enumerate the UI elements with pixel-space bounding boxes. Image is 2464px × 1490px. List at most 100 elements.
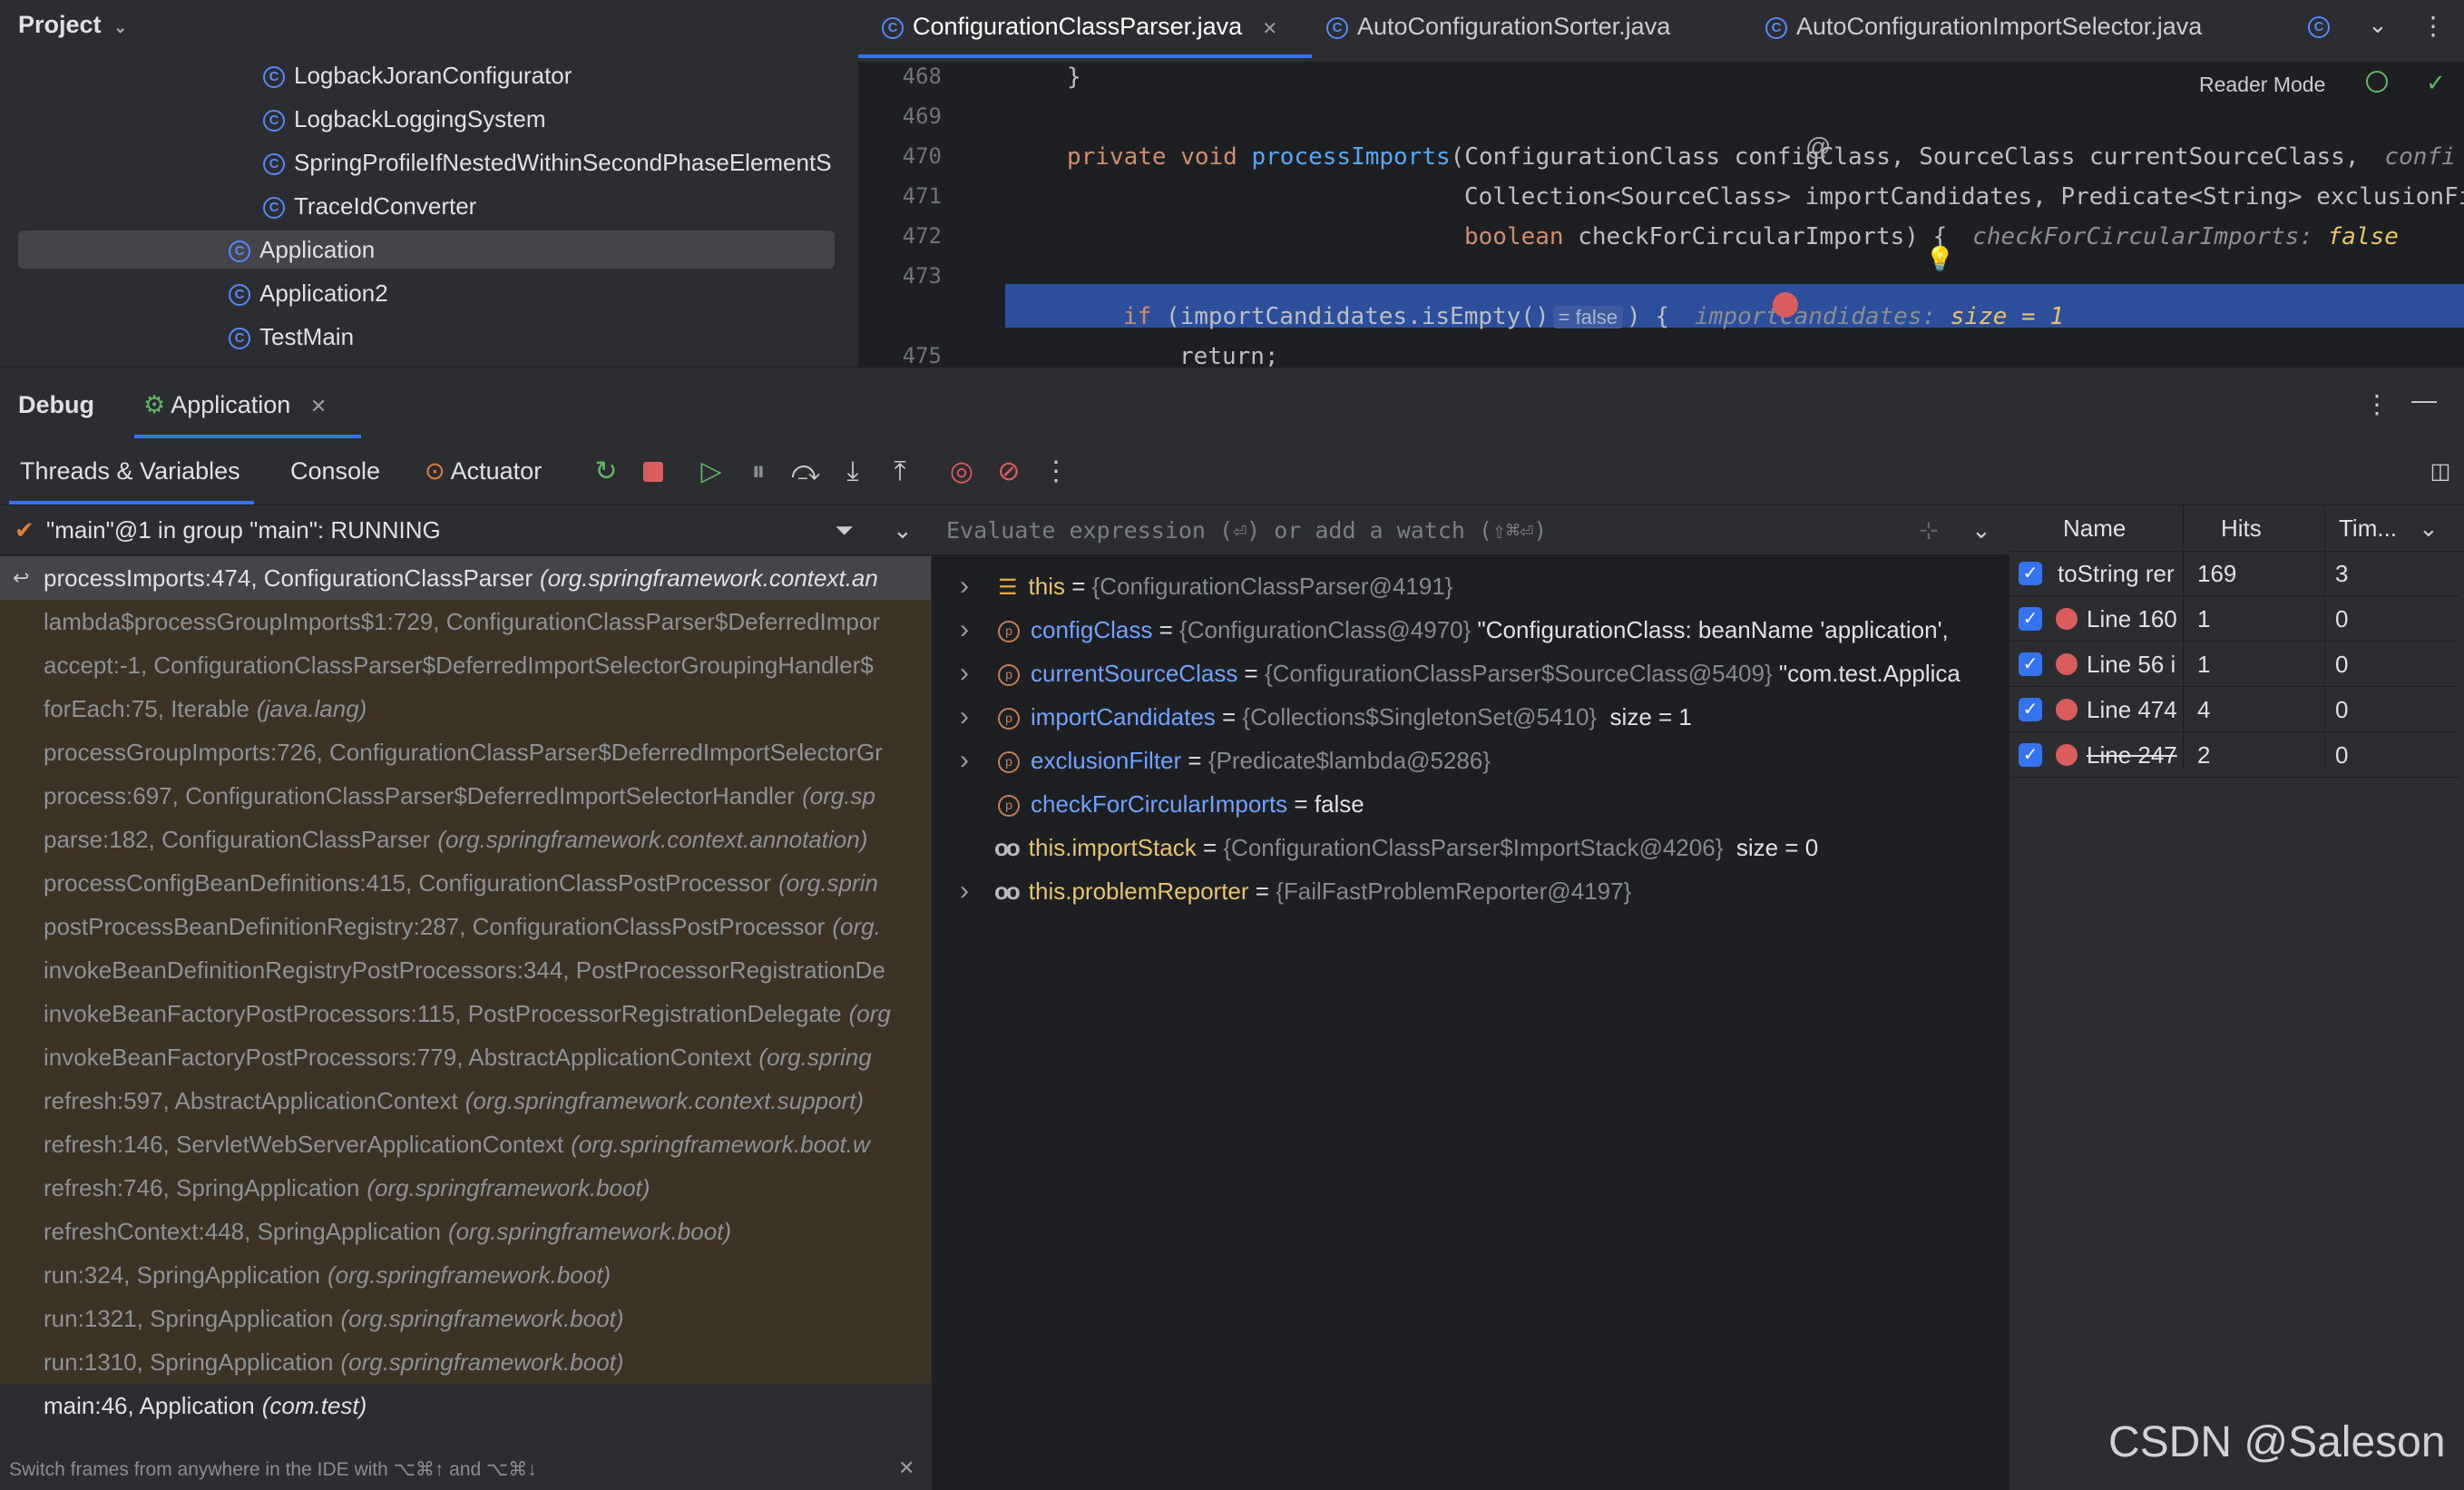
breakpoint-name: Line 160 bbox=[2087, 605, 2177, 632]
resume-icon[interactable]: ▷ bbox=[695, 456, 728, 488]
rerun-icon[interactable]: ↻ bbox=[590, 456, 622, 488]
frame-method: parse:182, ConfigurationClassParser bbox=[44, 826, 431, 853]
variable-row[interactable]: › oo this.problemReporter = {FailFastProbl… bbox=[934, 869, 2005, 913]
breakpoint-row[interactable]: ✓ Line 56 i 1 0 bbox=[2010, 642, 2459, 687]
stack-frame[interactable]: parse:182, ConfigurationClassParser (org.… bbox=[0, 818, 931, 861]
class-icon[interactable]: C bbox=[2308, 16, 2330, 38]
mute-breakpoints-icon[interactable]: ⊘ bbox=[992, 456, 1025, 488]
project-tree-item[interactable]: C TraceIdConverter bbox=[0, 187, 858, 225]
close-icon[interactable]: ✕ bbox=[1262, 19, 1277, 39]
stack-frame[interactable]: postProcessBeanDefinitionRegistry:287, C… bbox=[0, 905, 931, 948]
breakpoint-row[interactable]: ✓ Line 247 2 0 bbox=[2010, 732, 2459, 778]
editor-tab[interactable]: C AutoConfigurationSorter.java bbox=[1326, 0, 1670, 58]
stack-frame[interactable]: invokeBeanDefinitionRegistryPostProcesso… bbox=[0, 948, 931, 992]
step-out-icon[interactable]: ⤒ bbox=[884, 456, 916, 488]
stack-frame[interactable]: main:46, Application (com.test) bbox=[0, 1384, 931, 1427]
breakpoint-row[interactable]: ✓ Line 474 4 0 bbox=[2010, 687, 2459, 732]
code-line: } bbox=[1067, 64, 2464, 91]
line-number: 473 bbox=[902, 263, 942, 289]
checkbox[interactable]: ✓ bbox=[2019, 652, 2042, 676]
stack-frame[interactable]: invokeBeanFactoryPostProcessors:115, Pos… bbox=[0, 992, 931, 1035]
class-icon: C bbox=[263, 197, 285, 220]
checkbox[interactable]: ✓ bbox=[2019, 698, 2042, 721]
chevron-down-icon[interactable]: ⌄ bbox=[2368, 11, 2388, 39]
stack-frame[interactable]: refresh:746, SpringApplication (org.sprin… bbox=[0, 1166, 931, 1210]
more-options-icon[interactable]: ⋮ bbox=[2364, 389, 2390, 419]
stack-frame[interactable]: refresh:597, AbstractApplicationContext(… bbox=[0, 1079, 931, 1122]
stack-frame[interactable]: processGroupImports:726, ConfigurationCl… bbox=[0, 730, 931, 774]
close-icon[interactable]: ✕ bbox=[898, 1456, 914, 1480]
layout-icon[interactable]: ◫ bbox=[2424, 456, 2457, 488]
expand-icon[interactable]: › bbox=[960, 739, 980, 782]
stack-frame[interactable]: lambda$processGroupImports$1:729, Config… bbox=[0, 600, 931, 643]
editor-tab[interactable]: C ConfigurationClassParser.java ✕ bbox=[858, 0, 1312, 58]
stack-frame[interactable]: refresh:146, ServletWebServerApplication… bbox=[0, 1122, 931, 1166]
step-over-icon[interactable]: ⤼ bbox=[789, 456, 822, 488]
breakpoint-icon[interactable] bbox=[1773, 292, 1798, 318]
expand-icon[interactable]: › bbox=[960, 564, 980, 608]
checkbox[interactable]: ✓ bbox=[2019, 607, 2042, 631]
step-into-icon[interactable]: ⤓ bbox=[836, 456, 869, 488]
variable-row[interactable]: p checkForCircularImports = false bbox=[934, 782, 2005, 826]
project-tree-item[interactable]: C LogbackJoranConfigurator bbox=[0, 56, 858, 94]
column-hits[interactable]: Hits bbox=[2221, 505, 2262, 551]
expand-icon[interactable]: › bbox=[960, 869, 980, 913]
stack-frame[interactable]: process:697, ConfigurationClassParser$De… bbox=[0, 774, 931, 818]
variable-row[interactable]: › p configClass = {ConfigurationClass@4970… bbox=[934, 608, 2005, 652]
project-tree-item[interactable]: C TestMain bbox=[0, 318, 858, 356]
checkbox[interactable]: ✓ bbox=[2019, 743, 2042, 767]
stack-frame[interactable]: run:1310, SpringApplication (org.springfr… bbox=[0, 1340, 931, 1384]
evaluate-expression-input[interactable]: Evaluate expression (⏎) or add a watch (… bbox=[932, 505, 2009, 555]
add-watch-icon[interactable]: ⊹ bbox=[1919, 505, 1939, 554]
checkbox[interactable]: ✓ bbox=[2019, 562, 2042, 585]
expand-icon[interactable]: › bbox=[960, 695, 980, 739]
variable-row[interactable]: oo this.importStack = {ConfigurationClass… bbox=[934, 826, 2005, 869]
breakpoint-row[interactable]: ✓ Line 160 1 0 bbox=[2010, 596, 2459, 642]
variable-row[interactable]: › p currentSourceClass = {ConfigurationCla… bbox=[934, 652, 2005, 695]
chevron-down-icon[interactable]: ⌄ bbox=[1971, 505, 1991, 554]
variable-row[interactable]: › p importCandidates = {Collections$Single… bbox=[934, 695, 2005, 739]
breakpoint-row[interactable]: ✓ toString rer 169 3 bbox=[2010, 551, 2459, 596]
stack-frame[interactable]: processConfigBeanDefinitions:415, Config… bbox=[0, 861, 931, 905]
expand-icon[interactable]: › bbox=[960, 608, 980, 652]
debug-tab[interactable]: Console bbox=[290, 457, 380, 485]
view-breakpoints-icon[interactable]: ◎ bbox=[945, 456, 978, 488]
editor-tab[interactable]: C AutoConfigurationImportSelector.java bbox=[1765, 0, 2202, 58]
stack-frame[interactable]: forEach:75, Iterable (java.lang) bbox=[0, 687, 931, 730]
project-title[interactable]: Project ⌄ bbox=[18, 11, 127, 39]
project-tree-item[interactable]: C SpringProfileIfNestedWithinSecondPhaseE… bbox=[0, 143, 858, 181]
stop-icon[interactable] bbox=[637, 456, 670, 490]
project-tree-label: LogbackJoranConfigurator bbox=[294, 62, 572, 89]
chevron-down-icon[interactable]: ⌄ bbox=[893, 505, 913, 554]
stack-frame[interactable]: run:1321, SpringApplication (org.springfr… bbox=[0, 1297, 931, 1340]
stack-frame[interactable]: invokeBeanFactoryPostProcessors:779, Abs… bbox=[0, 1035, 931, 1079]
debug-tab[interactable]: ⊙ Actuator bbox=[425, 457, 542, 485]
project-tree-item[interactable]: C Application2 bbox=[0, 274, 858, 312]
stack-frame[interactable]: ↩ processImports:474, ConfigurationClassP… bbox=[0, 556, 931, 600]
breakpoint-hits: 1 bbox=[2197, 651, 2211, 678]
column-time[interactable]: Tim... bbox=[2339, 505, 2397, 551]
frame-method: postProcessBeanDefinitionRegistry:287, C… bbox=[44, 913, 826, 940]
variable-equals: = bbox=[1287, 790, 1315, 818]
variable-row[interactable]: › p exclusionFilter = {Predicate$lambda@52… bbox=[934, 739, 2005, 782]
class-icon: C bbox=[263, 66, 285, 89]
stack-frame[interactable]: run:324, SpringApplication (org.springfra… bbox=[0, 1253, 931, 1297]
debug-session-tab[interactable]: ⚙ Application ✕ bbox=[143, 391, 327, 419]
pause-icon[interactable]: ⏸ bbox=[742, 456, 775, 488]
more-options-icon[interactable]: ⋮ bbox=[1040, 456, 1072, 488]
more-options-icon[interactable]: ⋮ bbox=[2420, 11, 2446, 41]
thread-selector[interactable]: ✔ "main"@1 in group "main": RUNNING ⏷ ⌄ bbox=[0, 505, 931, 555]
project-tree-item[interactable]: C Application bbox=[18, 230, 835, 269]
stack-frame[interactable]: accept:-1, ConfigurationClassParser$Defe… bbox=[0, 643, 931, 687]
editor-tab-label: AutoConfigurationSorter.java bbox=[1357, 13, 1671, 40]
filter-icon[interactable]: ⏷ bbox=[835, 505, 854, 554]
variable-row[interactable]: › ☰ this = {ConfigurationClassParser@4191} bbox=[934, 564, 2005, 608]
expand-icon[interactable]: › bbox=[960, 652, 980, 695]
close-icon[interactable]: ✕ bbox=[310, 395, 327, 417]
minimize-icon[interactable]: — bbox=[2411, 386, 2437, 415]
column-name[interactable]: Name bbox=[2063, 505, 2126, 551]
stack-frame[interactable]: refreshContext:448, SpringApplication (or… bbox=[0, 1210, 931, 1253]
chevron-down-icon[interactable]: ⌄ bbox=[2419, 505, 2439, 551]
project-tree-item[interactable]: C LogbackLoggingSystem bbox=[0, 100, 858, 138]
debug-tab[interactable]: Threads & Variables bbox=[20, 457, 240, 485]
